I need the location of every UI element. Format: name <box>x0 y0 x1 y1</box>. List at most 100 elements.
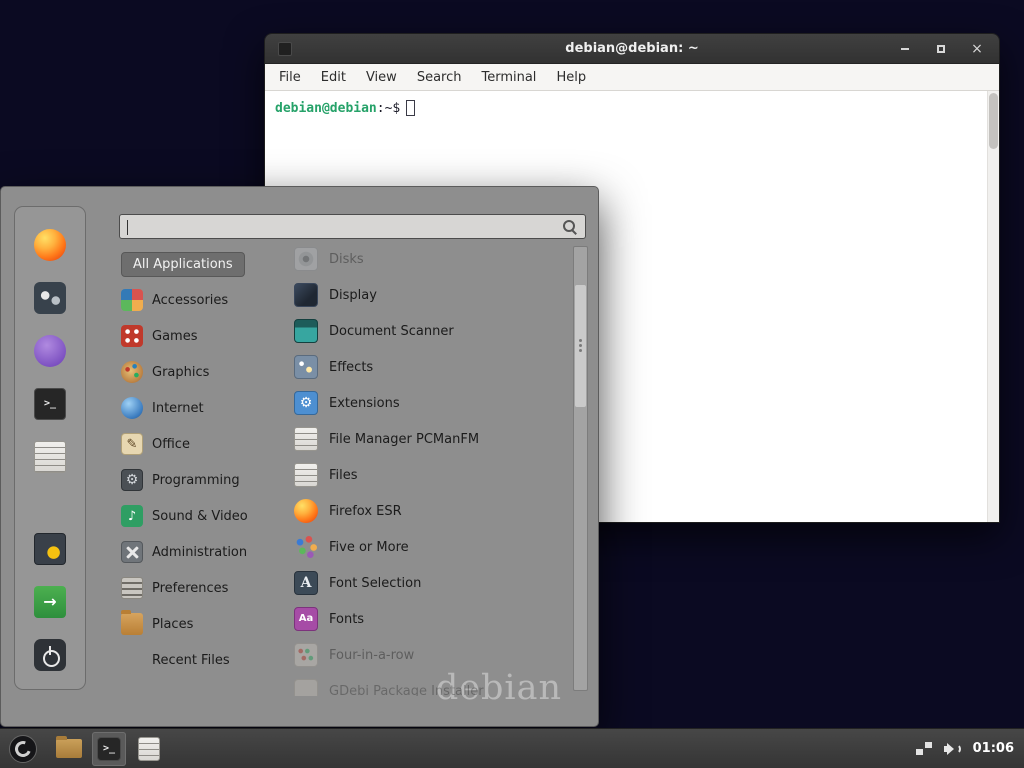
category-places[interactable]: Places <box>119 606 279 642</box>
terminal-titlebar[interactable]: debian@debian: ~ × <box>265 34 999 64</box>
menu-view[interactable]: View <box>356 70 407 85</box>
menu-search[interactable]: Search <box>407 70 472 85</box>
terminal-menubar: File Edit View Search Terminal Help <box>265 64 999 91</box>
minimize-icon[interactable] <box>897 41 913 57</box>
category-games[interactable]: Games <box>119 318 279 354</box>
font-selection-icon: A <box>294 571 318 595</box>
app-five-or-more[interactable]: Five or More <box>284 529 572 565</box>
app-document-scanner[interactable]: Document Scanner <box>284 313 572 349</box>
administration-icon <box>121 541 143 563</box>
internet-globe-icon <box>121 397 143 419</box>
file-manager-icon[interactable] <box>34 441 66 473</box>
category-label: Places <box>152 617 193 632</box>
app-display[interactable]: Display <box>284 277 572 313</box>
menu-logo-icon <box>9 735 37 763</box>
lock-screen-icon[interactable] <box>34 533 66 565</box>
apps-scrollbar-thumb[interactable] <box>575 285 586 407</box>
search-input[interactable] <box>120 215 563 238</box>
terminal-scrollbar[interactable] <box>987 91 999 522</box>
category-recent-files[interactable]: Recent Files <box>119 642 279 678</box>
app-label: File Manager PCManFM <box>329 432 479 447</box>
category-administration[interactable]: Administration <box>119 534 279 570</box>
pcmanfm-icon <box>294 427 318 451</box>
preferences-icon <box>121 577 143 599</box>
users-icon[interactable] <box>34 282 66 314</box>
category-programming[interactable]: ⚙ Programming <box>119 462 279 498</box>
app-label: Files <box>329 468 358 483</box>
files-icon <box>294 463 318 487</box>
app-file-manager-pcmanfm[interactable]: File Manager PCManFM <box>284 421 572 457</box>
gdebi-icon <box>294 679 318 696</box>
window-controls: × <box>897 34 985 64</box>
app-label: Firefox ESR <box>329 504 402 519</box>
terminal-icon[interactable]: >_ <box>34 388 66 420</box>
programming-icon: ⚙ <box>121 469 143 491</box>
menu-help[interactable]: Help <box>546 70 596 85</box>
five-or-more-icon <box>294 535 318 559</box>
terminal-window-icon <box>278 42 292 56</box>
app-firefox-esr[interactable]: Firefox ESR <box>284 493 572 529</box>
volume-icon[interactable] <box>944 742 961 756</box>
pidgin-icon[interactable] <box>34 335 66 367</box>
category-label: Sound & Video <box>152 509 248 524</box>
app-label: GDebi Package Installer <box>329 684 484 697</box>
taskbar-files[interactable] <box>132 732 166 766</box>
terminal-title: debian@debian: ~ <box>265 41 999 56</box>
applications-menu: debian >_ → All Applications Accessories… <box>0 186 599 727</box>
category-label: Graphics <box>152 365 209 380</box>
effects-icon <box>294 355 318 379</box>
app-effects[interactable]: Effects <box>284 349 572 385</box>
network-icon[interactable] <box>916 742 932 755</box>
category-label: All Applications <box>121 252 245 277</box>
app-label: Font Selection <box>329 576 421 591</box>
menu-button[interactable] <box>0 729 46 768</box>
app-fonts[interactable]: Aa Fonts <box>284 601 572 637</box>
terminal-scrollbar-thumb[interactable] <box>989 93 998 149</box>
app-font-selection[interactable]: A Font Selection <box>284 565 572 601</box>
app-four-in-a-row[interactable]: Four-in-a-row <box>284 637 572 673</box>
app-gdebi-package-installer[interactable]: GDebi Package Installer <box>284 673 572 696</box>
category-label: Administration <box>152 545 247 560</box>
menu-terminal[interactable]: Terminal <box>471 70 546 85</box>
graphics-icon <box>121 361 143 383</box>
category-label: Office <box>152 437 190 452</box>
fonts-icon: Aa <box>294 607 318 631</box>
recent-files-icon <box>121 649 143 671</box>
menu-edit[interactable]: Edit <box>311 70 356 85</box>
taskbar-file-manager[interactable] <box>52 732 86 766</box>
category-office[interactable]: ✎ Office <box>119 426 279 462</box>
logout-icon[interactable]: → <box>34 586 66 618</box>
close-icon[interactable]: × <box>969 41 985 57</box>
search-icon <box>563 220 577 234</box>
apps-scrollbar[interactable] <box>573 246 588 691</box>
app-files[interactable]: Files <box>284 457 572 493</box>
shutdown-icon[interactable] <box>34 639 66 671</box>
clock[interactable]: 01:06 <box>973 741 1014 756</box>
category-accessories[interactable]: Accessories <box>119 282 279 318</box>
prompt-user: debian@debian <box>275 101 377 116</box>
category-graphics[interactable]: Graphics <box>119 354 279 390</box>
menu-file[interactable]: File <box>269 70 311 85</box>
category-label: Games <box>152 329 197 344</box>
taskbar-terminal[interactable]: >_ <box>92 732 126 766</box>
app-label: Extensions <box>329 396 400 411</box>
category-all-applications[interactable]: All Applications <box>119 246 279 282</box>
app-extensions[interactable]: ⚙ Extensions <box>284 385 572 421</box>
office-icon: ✎ <box>121 433 143 455</box>
system-tray: 01:06 <box>916 741 1024 756</box>
favorites-sidebar: >_ → <box>14 206 86 690</box>
maximize-icon[interactable] <box>933 41 949 57</box>
category-preferences[interactable]: Preferences <box>119 570 279 606</box>
desktop: { "terminal": { "title": "debian@debian:… <box>0 0 1024 768</box>
category-label: Preferences <box>152 581 228 596</box>
disks-icon <box>294 247 318 271</box>
file-cabinet-icon <box>138 737 160 761</box>
bottom-panel: >_ 01:06 <box>0 728 1024 768</box>
category-internet[interactable]: Internet <box>119 390 279 426</box>
app-label: Fonts <box>329 612 364 627</box>
firefox-icon[interactable] <box>34 229 66 261</box>
category-label: Recent Files <box>152 653 230 668</box>
app-disks[interactable]: Disks <box>284 241 572 277</box>
search-box[interactable] <box>119 214 586 239</box>
category-sound-video[interactable]: ♪ Sound & Video <box>119 498 279 534</box>
